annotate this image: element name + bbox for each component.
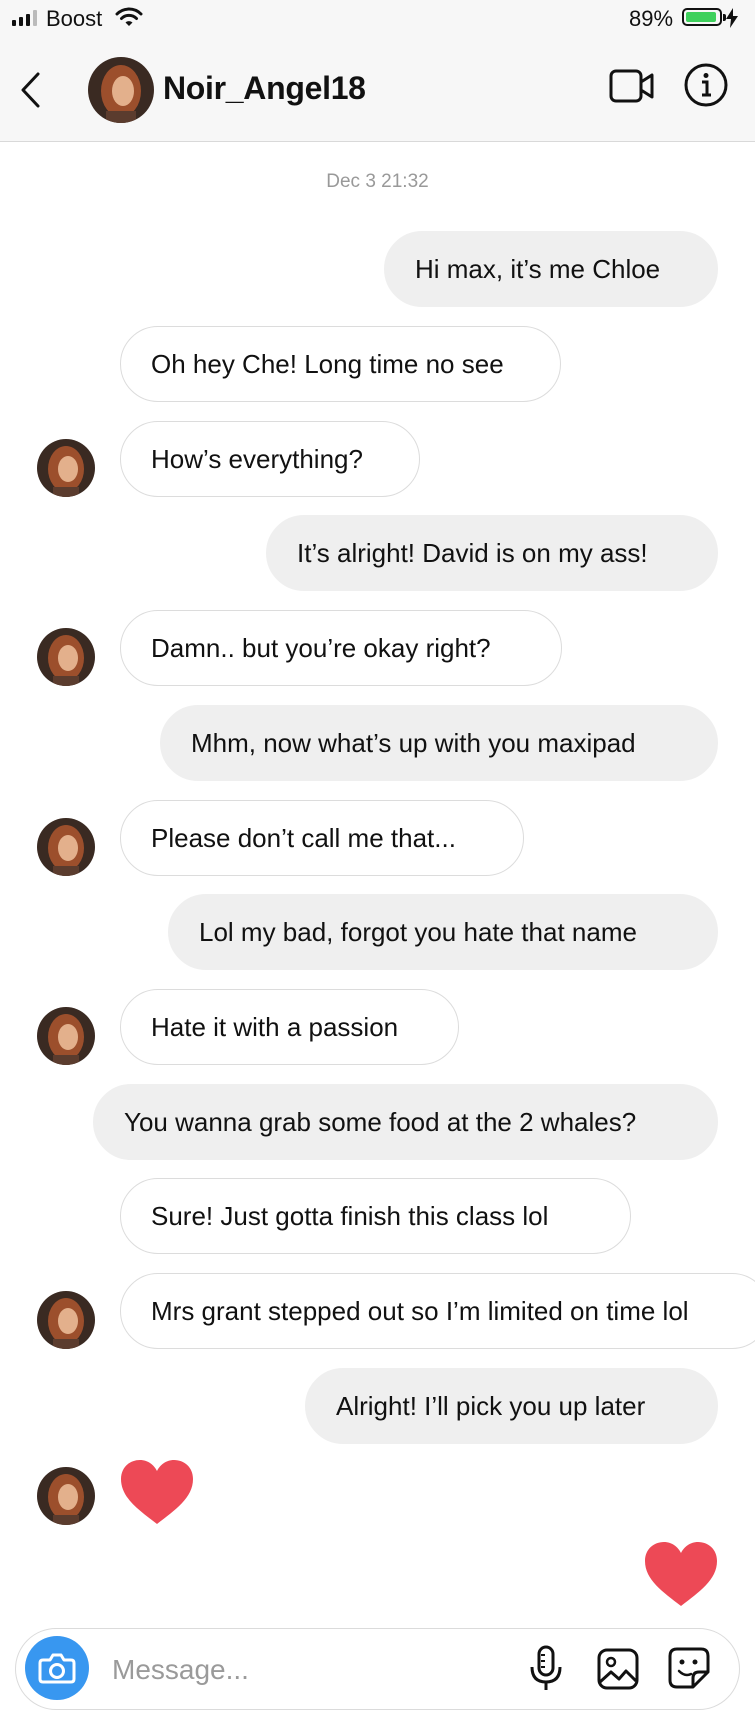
charging-bolt-icon [726,8,738,28]
sender-avatar[interactable] [37,818,95,876]
signal-strength-icon [12,10,37,26]
wifi-icon [115,7,143,26]
camera-icon [38,1653,76,1684]
microphone-icon[interactable] [528,1645,564,1693]
sender-avatar[interactable] [37,1291,95,1349]
sticker-icon[interactable] [667,1646,711,1690]
contact-username[interactable]: Noir_Angel18 [163,70,366,107]
message-bubble-incoming[interactable]: How’s everything? [120,421,420,497]
message-bubble-incoming[interactable]: Mrs grant stepped out so I’m limited on … [120,1273,755,1349]
battery-percent: 89% [629,6,674,31]
gallery-icon[interactable] [596,1647,640,1691]
message-bubble-incoming[interactable]: Sure! Just gotta finish this class lol [120,1178,631,1254]
status-bar: Boost 89% [0,0,755,40]
message-bubble-incoming[interactable]: Hate it with a passion [120,989,459,1065]
message-bubble-outgoing[interactable]: Hi max, it’s me Chloe [384,231,718,307]
sender-avatar[interactable] [37,1467,95,1525]
message-bubble-outgoing[interactable]: Mhm, now what’s up with you maxipad [160,705,718,781]
sender-avatar[interactable] [37,1007,95,1065]
camera-button[interactable] [25,1636,89,1700]
message-bubble-outgoing[interactable]: You wanna grab some food at the 2 whales… [93,1084,718,1160]
sender-avatar[interactable] [37,439,95,497]
thread-timestamp: Dec 3 21:32 [326,171,429,192]
carrier-name: Boost [46,6,103,31]
message-input[interactable] [110,1629,514,1710]
chat-header: Noir_Angel18 [0,40,755,142]
message-bubble-outgoing[interactable]: It’s alright! David is on my ass! [266,515,718,591]
back-chevron-icon[interactable] [18,68,42,112]
message-bubble-outgoing[interactable]: Alright! I’ll pick you up later [305,1368,718,1444]
message-bubble-incoming[interactable]: Oh hey Che! Long time no see [120,326,561,402]
info-icon[interactable] [683,62,729,108]
heart-reaction-icon[interactable] [119,1458,195,1526]
message-bubble-incoming[interactable]: Damn.. but you’re okay right? [120,610,562,686]
message-composer [15,1628,740,1710]
message-bubble-outgoing[interactable]: Lol my bad, forgot you hate that name [168,894,718,970]
battery-icon [682,8,726,26]
message-bubble-incoming[interactable]: Please don’t call me that... [120,800,524,876]
heart-reaction-icon[interactable] [643,1540,719,1608]
video-camera-icon[interactable] [608,66,656,106]
contact-avatar[interactable] [88,57,154,123]
sender-avatar[interactable] [37,628,95,686]
